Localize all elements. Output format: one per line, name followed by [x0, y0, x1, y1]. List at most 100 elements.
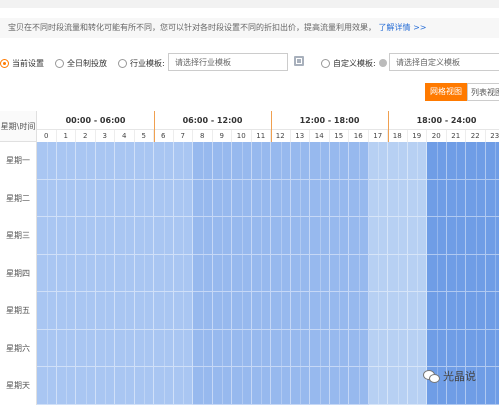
time-slot-cell[interactable] — [310, 367, 330, 405]
time-slot-cell[interactable] — [291, 180, 311, 218]
time-slot-cell[interactable] — [154, 142, 174, 180]
time-slot-cell[interactable] — [213, 292, 233, 330]
industry-template-select[interactable]: 请选择行业模板 — [168, 53, 288, 71]
time-slot-cell[interactable] — [408, 330, 428, 368]
time-slot-cell[interactable] — [213, 367, 233, 405]
time-slot-cell[interactable] — [37, 180, 57, 218]
time-slot-cell[interactable] — [57, 217, 77, 255]
time-slot-cell[interactable] — [330, 217, 350, 255]
time-slot-cell[interactable] — [76, 217, 96, 255]
time-slot-cell[interactable] — [408, 217, 428, 255]
time-slot-cell[interactable] — [232, 217, 252, 255]
time-slot-cell[interactable] — [96, 142, 116, 180]
time-slot-cell[interactable] — [213, 180, 233, 218]
time-slot-cell[interactable] — [135, 255, 155, 293]
time-slot-cell[interactable] — [213, 255, 233, 293]
custom-template-select[interactable]: 请选择自定义模板 — [389, 53, 499, 71]
time-slot-cell[interactable] — [193, 292, 213, 330]
time-slot-cell[interactable] — [213, 330, 233, 368]
time-slot-cell[interactable] — [135, 180, 155, 218]
time-slot-cell[interactable] — [466, 330, 486, 368]
time-slot-cell[interactable] — [57, 255, 77, 293]
time-slot-cell[interactable] — [232, 142, 252, 180]
time-slot-cell[interactable] — [388, 292, 408, 330]
copy-icon[interactable] — [294, 56, 304, 66]
time-slot-cell[interactable] — [271, 180, 291, 218]
time-slot-cell[interactable] — [427, 330, 447, 368]
time-slot-cell[interactable] — [447, 330, 467, 368]
time-slot-cell[interactable] — [154, 180, 174, 218]
time-slot-cell[interactable] — [271, 142, 291, 180]
time-slot-cell[interactable] — [193, 180, 213, 218]
time-slot-cell[interactable] — [232, 367, 252, 405]
time-slot-cell[interactable] — [57, 180, 77, 218]
time-slot-cell[interactable] — [310, 292, 330, 330]
time-slot-cell[interactable] — [115, 142, 135, 180]
time-slot-cell[interactable] — [369, 180, 389, 218]
time-slot-cell[interactable] — [369, 217, 389, 255]
time-slot-cell[interactable] — [193, 217, 213, 255]
time-slot-cell[interactable] — [447, 180, 467, 218]
time-slot-cell[interactable] — [115, 180, 135, 218]
time-slot-cell[interactable] — [291, 330, 311, 368]
time-slot-cell[interactable] — [486, 217, 499, 255]
time-slot-cell[interactable] — [232, 292, 252, 330]
time-slot-cell[interactable] — [349, 255, 369, 293]
time-slot-cell[interactable] — [466, 217, 486, 255]
time-slot-cell[interactable] — [349, 180, 369, 218]
time-slot-cell[interactable] — [57, 142, 77, 180]
time-slot-cell[interactable] — [76, 255, 96, 293]
time-slot-cell[interactable] — [291, 292, 311, 330]
grid-view-button[interactable]: 网格视图 — [425, 83, 467, 101]
time-slot-cell[interactable] — [486, 142, 499, 180]
full-day-option[interactable]: 全日制投放 — [55, 53, 107, 73]
time-slot-cell[interactable] — [486, 255, 499, 293]
time-slot-cell[interactable] — [96, 292, 116, 330]
time-slot-cell[interactable] — [154, 367, 174, 405]
time-slot-cell[interactable] — [174, 255, 194, 293]
time-slot-cell[interactable] — [115, 217, 135, 255]
time-slot-cell[interactable] — [174, 330, 194, 368]
time-slot-cell[interactable] — [252, 255, 272, 293]
time-slot-cell[interactable] — [76, 367, 96, 405]
time-slot-cell[interactable] — [96, 255, 116, 293]
time-slot-cell[interactable] — [466, 255, 486, 293]
time-slot-cell[interactable] — [135, 367, 155, 405]
time-slot-cell[interactable] — [76, 330, 96, 368]
time-slot-cell[interactable] — [330, 367, 350, 405]
time-slot-cell[interactable] — [271, 367, 291, 405]
time-slot-cell[interactable] — [310, 180, 330, 218]
time-slot-cell[interactable] — [96, 330, 116, 368]
time-slot-cell[interactable] — [388, 142, 408, 180]
time-slot-cell[interactable] — [349, 142, 369, 180]
time-slot-cell[interactable] — [330, 180, 350, 218]
time-slot-cell[interactable] — [486, 330, 499, 368]
time-slot-cell[interactable] — [330, 292, 350, 330]
time-slot-cell[interactable] — [427, 217, 447, 255]
time-slot-cell[interactable] — [76, 180, 96, 218]
time-slot-cell[interactable] — [310, 217, 330, 255]
time-slot-cell[interactable] — [427, 180, 447, 218]
time-slot-cell[interactable] — [466, 292, 486, 330]
time-slot-cell[interactable] — [408, 292, 428, 330]
time-slot-cell[interactable] — [291, 367, 311, 405]
time-slot-cell[interactable] — [96, 367, 116, 405]
time-slot-cell[interactable] — [388, 367, 408, 405]
current-setting-option[interactable]: 当前设置 — [0, 53, 44, 73]
time-slot-cell[interactable] — [388, 180, 408, 218]
list-view-button[interactable]: 列表视图 — [467, 83, 499, 101]
time-slot-cell[interactable] — [427, 292, 447, 330]
time-slot-cell[interactable] — [291, 255, 311, 293]
time-slot-cell[interactable] — [369, 367, 389, 405]
time-slot-cell[interactable] — [37, 330, 57, 368]
time-slot-cell[interactable] — [447, 217, 467, 255]
time-slot-cell[interactable] — [466, 180, 486, 218]
time-slot-cell[interactable] — [96, 217, 116, 255]
time-slot-cell[interactable] — [115, 292, 135, 330]
time-slot-cell[interactable] — [57, 330, 77, 368]
time-slot-cell[interactable] — [447, 292, 467, 330]
time-slot-cell[interactable] — [271, 255, 291, 293]
time-slot-cell[interactable] — [427, 142, 447, 180]
time-slot-cell[interactable] — [57, 367, 77, 405]
time-slot-cell[interactable] — [193, 142, 213, 180]
